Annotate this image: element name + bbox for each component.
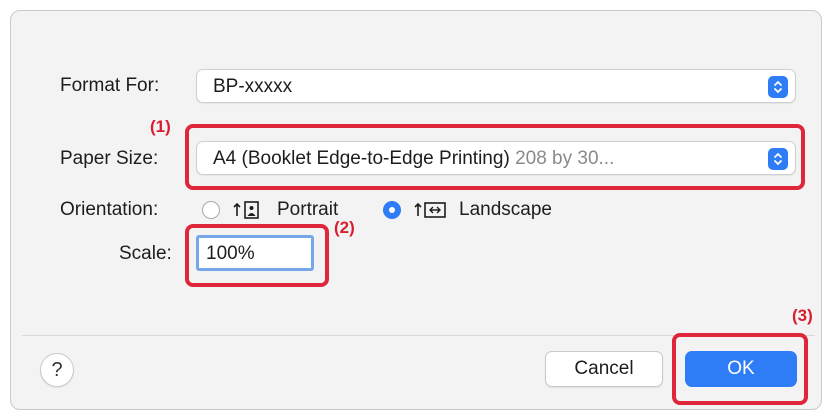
help-button[interactable]: ? [40, 353, 74, 387]
landscape-radio[interactable] [383, 201, 401, 219]
help-icon: ? [51, 358, 63, 381]
highlight-scale [185, 224, 329, 287]
format-for-label: Format For: [60, 75, 160, 96]
portrait-label: Portrait [277, 199, 339, 220]
highlight-ok [672, 333, 808, 405]
portrait-orientation-icon [233, 201, 259, 219]
callout-2: (2) [334, 218, 355, 237]
format-for-value: BP-xxxxx [213, 76, 293, 97]
portrait-radio[interactable] [202, 201, 220, 219]
cancel-button[interactable]: Cancel [545, 351, 663, 387]
callout-3: (3) [792, 306, 813, 325]
highlight-paper-size [185, 124, 805, 190]
callout-1: (1) [150, 117, 171, 136]
paper-size-label: Paper Size: [60, 148, 159, 169]
popup-stepper-icon [768, 76, 788, 98]
orientation-label: Orientation: [60, 199, 159, 220]
scale-label: Scale: [119, 243, 172, 264]
landscape-label: Landscape [459, 199, 552, 220]
format-for-popup[interactable]: BP-xxxxx [196, 69, 796, 103]
landscape-orientation-icon [414, 202, 446, 218]
